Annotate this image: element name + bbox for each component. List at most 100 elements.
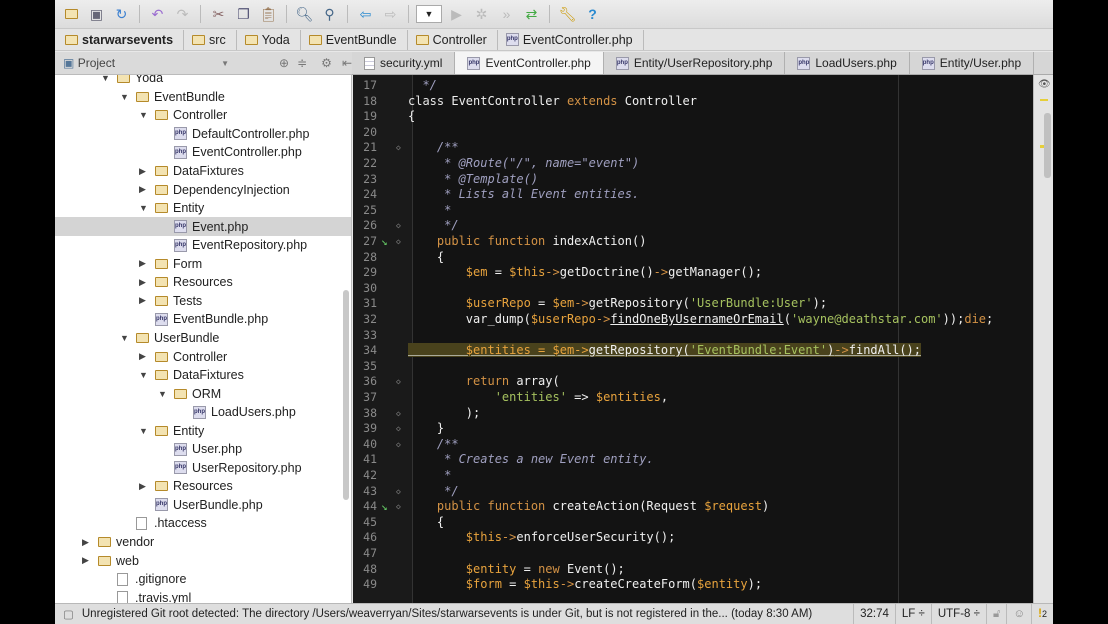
- expand-arrow-open-icon[interactable]: ▼: [139, 203, 149, 213]
- tab-entity-user-php[interactable]: php Entity/User.php: [910, 52, 1035, 74]
- expand-arrow-open-icon[interactable]: ▼: [139, 110, 149, 120]
- redo-icon[interactable]: ↷: [172, 4, 193, 25]
- error-stripe[interactable]: 👁︎: [1033, 75, 1053, 603]
- expand-arrow-closed-icon[interactable]: ▶: [139, 481, 149, 492]
- expand-arrow-closed-icon[interactable]: ▶: [139, 277, 149, 288]
- tab-entity-userrepository-php[interactable]: php Entity/UserRepository.php: [604, 52, 786, 74]
- tree-item[interactable]: ▶ Resources: [55, 273, 351, 292]
- encoding-selector[interactable]: UTF-8 ÷: [930, 604, 986, 624]
- breadcrumb-item[interactable]: starwarsevents: [61, 29, 185, 50]
- tree-item[interactable]: php Event.php: [55, 217, 351, 236]
- breadcrumb-item[interactable]: EventBundle: [305, 29, 408, 50]
- tree-item[interactable]: .travis.yml: [55, 588, 351, 603]
- tab-loadusers-php[interactable]: php LoadUsers.php: [785, 52, 910, 74]
- tree-item[interactable]: ▼ EventBundle: [55, 88, 351, 107]
- tree-item[interactable]: ▼ Controller: [55, 106, 351, 125]
- undo-icon[interactable]: ↶: [147, 4, 168, 25]
- tree-item[interactable]: php UserRepository.php: [55, 459, 351, 478]
- tree-item[interactable]: ▼ ORM: [55, 384, 351, 403]
- sync-icon[interactable]: ↻: [111, 4, 132, 25]
- breadcrumb-item[interactable]: php EventController.php: [502, 29, 644, 50]
- fold-marker-icon[interactable]: ◇: [396, 437, 401, 453]
- expand-arrow-closed-icon[interactable]: ▶: [139, 295, 149, 306]
- tree-item[interactable]: ▼ Yoda: [55, 75, 351, 88]
- fold-marker-icon[interactable]: ◇: [396, 499, 401, 515]
- hector-inspector-icon[interactable]: ☺: [1006, 604, 1031, 624]
- collapse-all-icon[interactable]: ≑: [297, 56, 307, 70]
- expand-arrow-open-icon[interactable]: ▼: [101, 75, 111, 83]
- tree-item[interactable]: ▶ DependencyInjection: [55, 180, 351, 199]
- settings-wrench-icon[interactable]: 🔧︎: [557, 4, 578, 25]
- breadcrumb-item[interactable]: Yoda: [241, 29, 301, 50]
- expand-arrow-open-icon[interactable]: ▼: [120, 92, 130, 102]
- lock-icon[interactable]: 🔓︎: [985, 604, 1006, 624]
- fold-marker-icon[interactable]: ◇: [396, 421, 401, 437]
- forward-icon[interactable]: ⇨: [380, 4, 401, 25]
- expand-arrow-open-icon[interactable]: ▼: [158, 389, 168, 399]
- coverage-icon[interactable]: »: [496, 4, 517, 25]
- breadcrumb-item[interactable]: Controller: [412, 29, 498, 50]
- tree-item[interactable]: ▼ UserBundle: [55, 329, 351, 348]
- status-message[interactable]: Unregistered Git root detected: The dire…: [82, 608, 853, 620]
- vcs-icon[interactable]: ⇄: [521, 4, 542, 25]
- fold-marker-icon[interactable]: ◇: [396, 484, 401, 500]
- find-icon[interactable]: 🔍︎: [294, 4, 315, 25]
- fold-marker-icon[interactable]: ◇: [396, 234, 401, 250]
- expand-arrow-closed-icon[interactable]: ▶: [82, 555, 92, 566]
- inspection-eye-icon[interactable]: 👁︎: [1038, 79, 1051, 90]
- expand-arrow-closed-icon[interactable]: ▶: [139, 166, 149, 177]
- breadcrumb-item[interactable]: src: [188, 29, 237, 50]
- fold-marker-icon[interactable]: ◇: [396, 374, 401, 390]
- hide-panel-icon[interactable]: ⇤: [342, 56, 352, 70]
- tree-item[interactable]: php EventController.php: [55, 143, 351, 162]
- run-icon[interactable]: ▶: [446, 4, 467, 25]
- paste-icon[interactable]: 📋︎: [258, 4, 279, 25]
- expand-arrow-closed-icon[interactable]: ▶: [139, 258, 149, 269]
- warning-marker[interactable]: [1040, 99, 1048, 101]
- line-separator-selector[interactable]: LF ÷: [894, 604, 931, 624]
- project-view-selector[interactable]: Project: [78, 56, 221, 70]
- tree-item[interactable]: php User.php: [55, 440, 351, 459]
- toggle-tool-windows-icon[interactable]: ▢: [55, 607, 82, 621]
- scroll-from-source-icon[interactable]: ⊕: [279, 56, 289, 70]
- tree-item[interactable]: ▶ vendor: [55, 533, 351, 552]
- copy-icon[interactable]: ❐: [233, 4, 254, 25]
- help-icon[interactable]: ?: [582, 4, 603, 25]
- debug-icon[interactable]: ✲: [471, 4, 492, 25]
- tree-item[interactable]: ▶ Form: [55, 255, 351, 274]
- implements-method-icon[interactable]: ↘: [381, 499, 388, 515]
- expand-arrow-closed-icon[interactable]: ▶: [139, 351, 149, 362]
- tree-item[interactable]: php UserBundle.php: [55, 496, 351, 515]
- tree-item[interactable]: ▼ DataFixtures: [55, 366, 351, 385]
- expand-arrow-closed-icon[interactable]: ▶: [82, 537, 92, 548]
- expand-arrow-open-icon[interactable]: ▼: [139, 426, 149, 436]
- tree-item[interactable]: ▶ DataFixtures: [55, 162, 351, 181]
- tree-item[interactable]: ▼ Entity: [55, 199, 351, 218]
- tree-item[interactable]: ▼ Entity: [55, 421, 351, 440]
- expand-arrow-open-icon[interactable]: ▼: [139, 370, 149, 380]
- expand-arrow-closed-icon[interactable]: ▶: [139, 184, 149, 195]
- tree-item[interactable]: php DefaultController.php: [55, 125, 351, 144]
- open-folder-icon[interactable]: [61, 4, 82, 25]
- run-config-dropdown[interactable]: ▼: [416, 5, 442, 23]
- save-icon[interactable]: ▣: [86, 4, 107, 25]
- caret-position[interactable]: 32:74: [853, 604, 895, 624]
- tree-item[interactable]: php EventBundle.php: [55, 310, 351, 329]
- tree-item[interactable]: php LoadUsers.php: [55, 403, 351, 422]
- gear-icon[interactable]: ⚙: [321, 56, 332, 70]
- tab-security-yml[interactable]: security.yml: [352, 52, 456, 74]
- tree-item[interactable]: ▶ web: [55, 551, 351, 570]
- tree-item[interactable]: ▶ Resources: [55, 477, 351, 496]
- tree-item[interactable]: .htaccess: [55, 514, 351, 533]
- tree-item[interactable]: ▶ Controller: [55, 347, 351, 366]
- editor-scrollbar[interactable]: [1044, 113, 1051, 178]
- chevron-down-icon[interactable]: ▼: [221, 59, 229, 68]
- back-icon[interactable]: ⇦: [355, 4, 376, 25]
- tree-item[interactable]: ▶ Tests: [55, 292, 351, 311]
- replace-icon[interactable]: ⚲: [319, 4, 340, 25]
- tab-eventcontroller-php[interactable]: php EventController.php: [455, 52, 604, 74]
- event-log-icon[interactable]: ! 2: [1031, 604, 1053, 624]
- fold-marker-icon[interactable]: ◇: [396, 218, 401, 234]
- cut-icon[interactable]: ✂: [208, 4, 229, 25]
- tree-item[interactable]: .gitignore: [55, 570, 351, 589]
